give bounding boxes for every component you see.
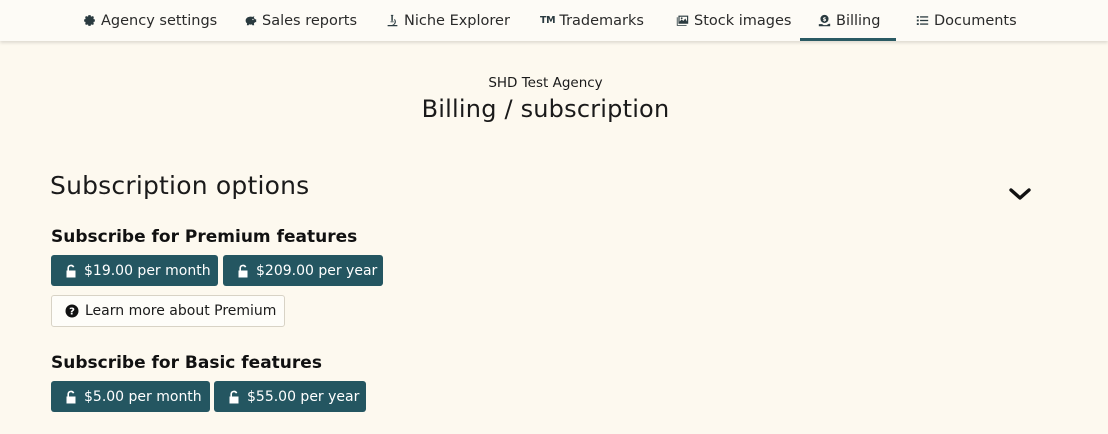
money-hand-icon: $: [817, 14, 831, 28]
nav-item-label: Trademarks: [559, 12, 644, 29]
gear-icon: [82, 14, 96, 28]
nav-item-sales-reports[interactable]: Sales reports: [243, 0, 357, 41]
piggy-bank-icon: [243, 14, 257, 28]
price-label: $55.00 per year: [247, 388, 360, 405]
price-label: $19.00 per month: [84, 262, 211, 279]
basic-heading: Subscribe for Basic features: [51, 353, 322, 373]
learn-more-label: Learn more about Premium: [85, 303, 277, 319]
premium-heading: Subscribe for Premium features: [51, 227, 358, 247]
question-circle-icon: ?: [65, 304, 79, 318]
nav-item-documents[interactable]: Documents: [915, 0, 1017, 41]
svg-text:$: $: [822, 17, 826, 23]
svg-text:?: ?: [69, 307, 75, 318]
nav-item-billing[interactable]: $ Billing: [799, 0, 898, 41]
unlock-icon: [65, 390, 77, 404]
nav-item-label: Billing: [836, 12, 881, 29]
nav-item-label: Stock images: [694, 12, 792, 29]
list-icon: [915, 14, 929, 28]
top-navigation: Agency settings Sales reports Niche Expl…: [0, 0, 1108, 41]
basic-monthly-button[interactable]: $5.00 per month: [51, 381, 210, 412]
nav-item-agency-settings[interactable]: Agency settings: [82, 0, 217, 41]
nav-item-label: Documents: [934, 12, 1017, 29]
basic-yearly-button[interactable]: $55.00 per year: [214, 381, 366, 412]
nav-item-label: Agency settings: [101, 12, 218, 29]
agency-name: SHD Test Agency: [488, 75, 603, 91]
premium-monthly-button[interactable]: $19.00 per month: [51, 255, 218, 286]
microscope-icon: [385, 14, 399, 28]
nav-item-niche-explorer[interactable]: Niche Explorer: [385, 0, 510, 41]
images-icon: [675, 14, 689, 28]
page-title: Billing / subscription: [421, 95, 670, 123]
price-label: $209.00 per year: [256, 262, 378, 279]
premium-yearly-button[interactable]: $209.00 per year: [223, 255, 383, 286]
chevron-down-icon[interactable]: [1008, 185, 1032, 203]
price-label: $5.00 per month: [84, 388, 202, 405]
unlock-icon: [228, 390, 240, 404]
unlock-icon: [237, 264, 249, 278]
unlock-icon: [65, 264, 77, 278]
section-title: Subscription options: [50, 171, 310, 200]
nav-item-label: Sales reports: [262, 12, 358, 29]
nav-item-trademarks[interactable]: TM Trademarks: [540, 0, 644, 41]
learn-more-premium-button[interactable]: ? Learn more about Premium: [51, 295, 285, 327]
nav-item-label: Niche Explorer: [404, 12, 510, 29]
nav-item-stock-images[interactable]: Stock images: [675, 0, 791, 41]
trademark-icon: TM: [540, 15, 556, 26]
